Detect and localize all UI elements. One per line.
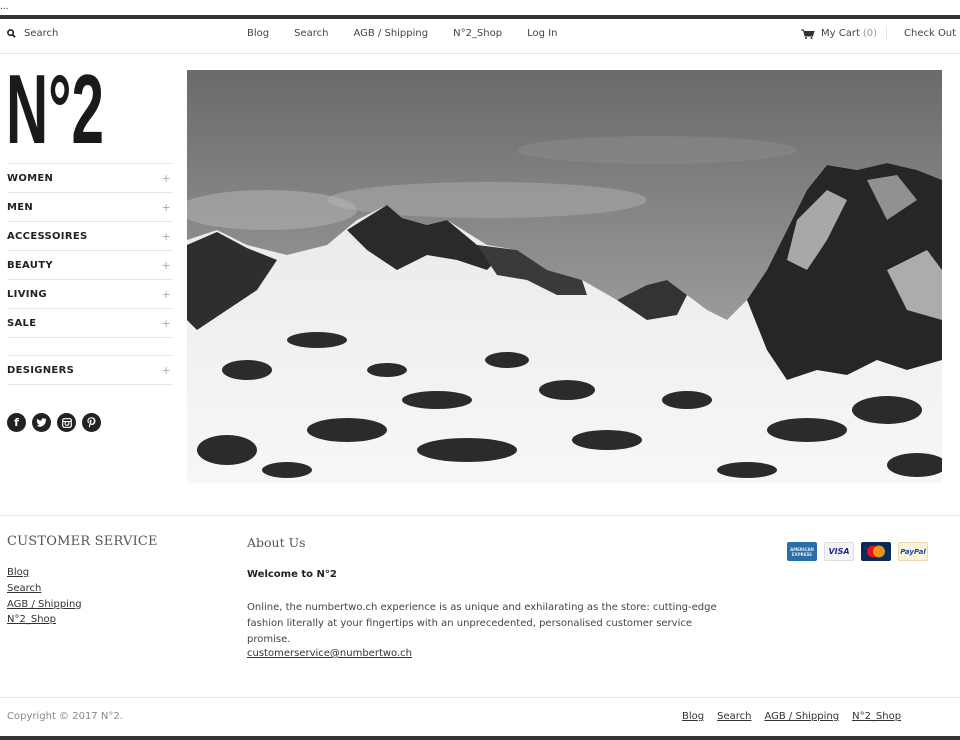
footer-link-agb-shipping[interactable]: AGB / Shipping: [7, 597, 82, 613]
mountain-image: [187, 70, 942, 483]
plus-icon[interactable]: +: [161, 364, 171, 377]
plus-icon[interactable]: +: [161, 259, 171, 272]
nav-blog[interactable]: Blog: [247, 28, 269, 39]
amex-icon: AMERICAN EXPRESS: [787, 542, 817, 561]
menu-item-living[interactable]: LIVING +: [7, 279, 173, 308]
menu-item-label: DESIGNERS: [7, 364, 75, 376]
bottom-bar: [0, 736, 960, 740]
logo[interactable]: N°2: [6, 62, 106, 148]
facebook-icon[interactable]: f: [7, 413, 26, 432]
cart-count: (0): [862, 28, 878, 39]
menu-item-designers[interactable]: DESIGNERS +: [7, 355, 173, 385]
menu-item-label: WOMEN: [7, 172, 54, 184]
customer-service-title: CUSTOMER SERVICE: [7, 534, 158, 549]
plus-icon[interactable]: +: [161, 317, 171, 330]
about-us-title: About Us: [247, 535, 306, 550]
about-us-text: Online, the numbertwo.ch experience is a…: [247, 602, 717, 645]
nav-n2-shop[interactable]: N°2_Shop: [453, 28, 502, 39]
footer-link-blog[interactable]: Blog: [7, 565, 82, 581]
plus-icon[interactable]: +: [161, 230, 171, 243]
twitter-icon[interactable]: [32, 413, 51, 432]
header-divider: [886, 27, 887, 41]
bottom-divider: [0, 697, 960, 698]
menu-item-women[interactable]: WOMEN +: [7, 163, 173, 192]
cart-icon: [801, 29, 815, 39]
search-label: Search: [24, 28, 59, 39]
plus-icon[interactable]: +: [161, 201, 171, 214]
search-icon: [7, 29, 16, 38]
pinterest-icon[interactable]: [82, 413, 101, 432]
visa-icon: VISA: [824, 542, 854, 561]
bottom-link-blog[interactable]: Blog: [682, 711, 704, 722]
hero-image[interactable]: [187, 70, 942, 483]
nav-log-in[interactable]: Log In: [527, 28, 557, 39]
logo-text: N°2: [6, 62, 104, 148]
welcome-heading: Welcome to N°2: [247, 569, 337, 580]
menu-item-label: BEAUTY: [7, 259, 53, 271]
plus-icon[interactable]: +: [161, 288, 171, 301]
menu-item-beauty[interactable]: BEAUTY +: [7, 250, 173, 279]
menu-item-sale[interactable]: SALE +: [7, 308, 173, 337]
instagram-icon[interactable]: [57, 413, 76, 432]
bottom-link-search[interactable]: Search: [717, 711, 751, 722]
main-nav: Blog Search AGB / Shipping N°2_Shop Log …: [247, 28, 582, 39]
footer-link-n2-shop[interactable]: N°2_Shop: [7, 612, 82, 628]
social-links: f: [7, 413, 107, 432]
menu-item-accessoires[interactable]: ACCESSOIRES +: [7, 221, 173, 250]
menu-item-label: LIVING: [7, 288, 47, 300]
search-link[interactable]: Search: [7, 28, 58, 39]
menu-divider: [7, 337, 173, 355]
payment-methods: AMERICAN EXPRESS VISA PayPal: [787, 542, 935, 561]
nav-agb-shipping[interactable]: AGB / Shipping: [353, 28, 428, 39]
bottom-link-n2-shop[interactable]: N°2_Shop: [852, 711, 901, 722]
category-menu: WOMEN + MEN + ACCESSOIRES + BEAUTY + LIVING +…: [7, 163, 173, 385]
cart-label: My Cart: [821, 28, 860, 39]
header: Search Blog Search AGB / Shipping N°2_Sh…: [0, 19, 960, 54]
paypal-icon: PayPal: [898, 542, 928, 561]
nav-search[interactable]: Search: [294, 28, 328, 39]
mastercard-icon: [861, 542, 891, 561]
menu-item-label: MEN: [7, 201, 34, 213]
menu-item-men[interactable]: MEN +: [7, 192, 173, 221]
footer-divider: [0, 515, 960, 516]
footer-link-search[interactable]: Search: [7, 581, 82, 597]
plus-icon[interactable]: +: [161, 172, 171, 185]
customer-service-links: Blog Search AGB / Shipping N°2_Shop: [7, 565, 82, 628]
bottom-link-agb-shipping[interactable]: AGB / Shipping: [764, 711, 839, 722]
cart-link[interactable]: My Cart (0): [801, 28, 877, 39]
menu-item-label: ACCESSOIRES: [7, 230, 88, 242]
ellipsis-text: ...: [0, 2, 9, 12]
bottom-links: Blog Search AGB / Shipping N°2_Shop: [682, 711, 914, 722]
customer-service-email[interactable]: customerservice@numbertwo.ch: [247, 648, 412, 659]
checkout-link[interactable]: Check Out: [904, 28, 956, 39]
copyright-text: Copyright © 2017 N°2.: [7, 711, 123, 722]
menu-item-label: SALE: [7, 317, 37, 329]
